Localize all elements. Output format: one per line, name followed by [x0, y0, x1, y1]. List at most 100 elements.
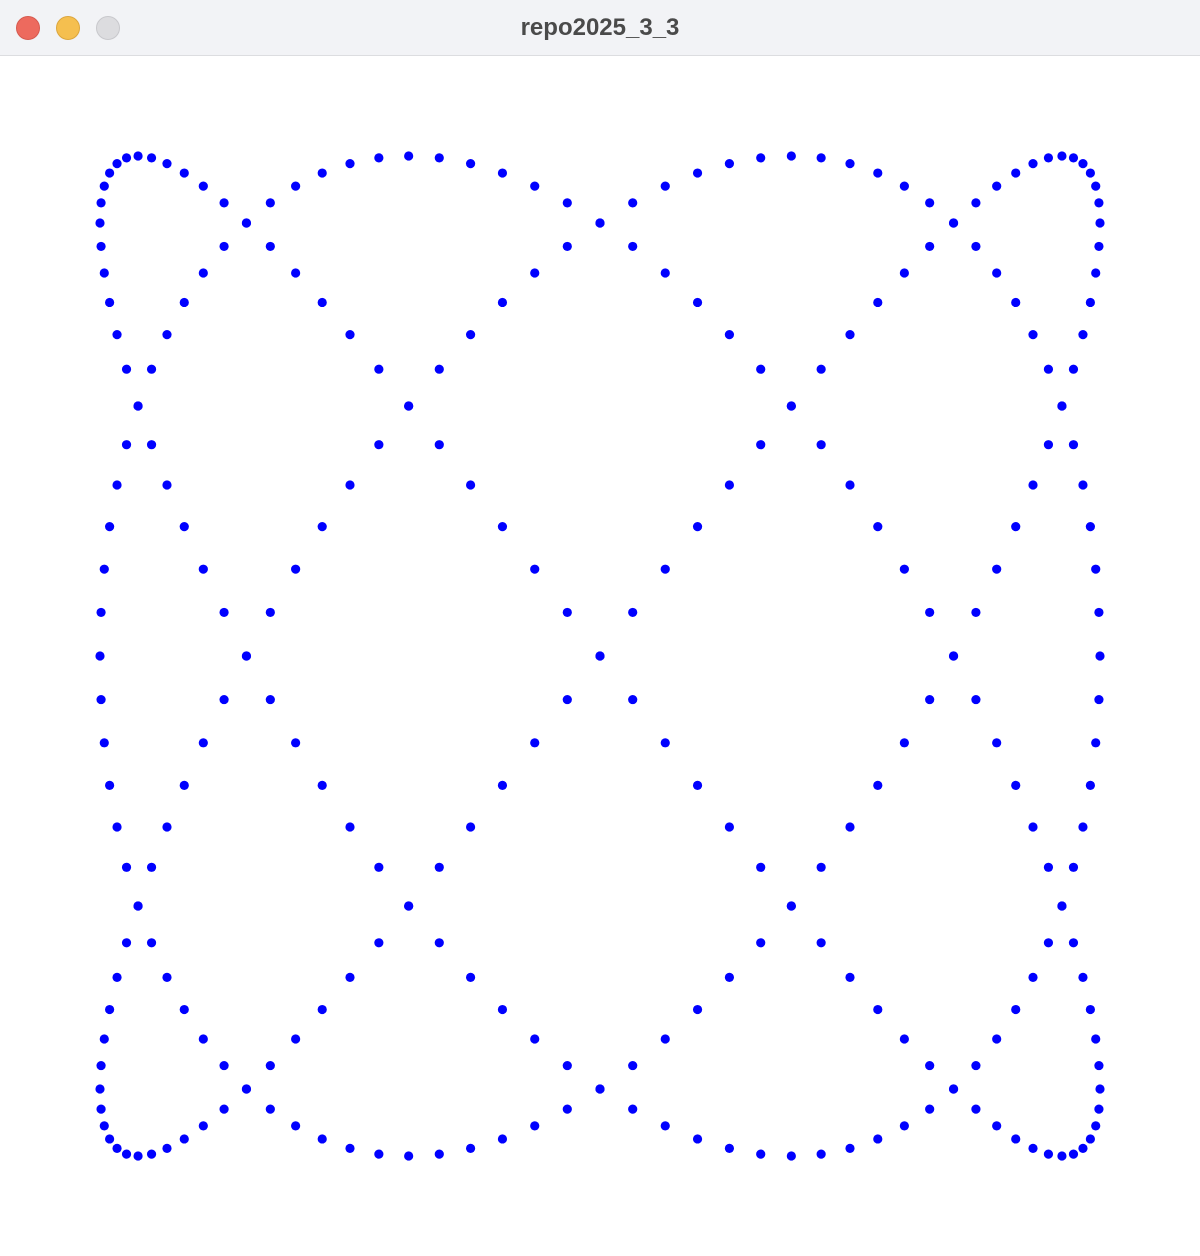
curve-dot: [530, 1034, 540, 1044]
curve-dot: [374, 440, 384, 450]
curve-dot: [1094, 1104, 1104, 1114]
title-bar[interactable]: repo2025_3_3: [0, 0, 1200, 56]
curve-dot: [1043, 862, 1054, 872]
curve-dot: [660, 738, 670, 748]
curve-dot: [96, 241, 106, 252]
curve-dot: [162, 159, 172, 169]
curve-dot: [595, 651, 605, 661]
curve-dot: [1068, 153, 1079, 163]
curve-dot: [925, 198, 935, 208]
curve-dot: [374, 364, 384, 374]
curve-dot: [112, 822, 122, 832]
curve-dot: [374, 938, 384, 948]
curve-dot: [434, 862, 444, 872]
curve-dot: [816, 153, 826, 163]
curve-dot: [1091, 1034, 1101, 1044]
curve-dot: [121, 153, 132, 163]
curve-dot: [162, 480, 172, 490]
curve-dot: [146, 862, 157, 872]
curve-dot: [1078, 330, 1088, 340]
curve-dot: [497, 1004, 508, 1015]
curve-dot: [1094, 694, 1104, 705]
curve-dot: [1078, 1143, 1088, 1153]
curve-dot: [317, 168, 327, 178]
curve-dot: [971, 1104, 981, 1114]
curve-dot: [95, 218, 105, 228]
curve-dot: [873, 297, 883, 308]
curve-dot: [1028, 822, 1038, 832]
curve-dot: [692, 521, 703, 532]
curve-dot: [112, 1143, 122, 1153]
curve-dot: [816, 440, 826, 450]
curve-dot: [724, 159, 735, 169]
curve-dot: [265, 241, 275, 252]
curve-dot: [162, 972, 172, 982]
curve-dot: [219, 694, 229, 705]
curve-dot: [345, 822, 355, 832]
curve-dot: [179, 1134, 189, 1144]
curve-dot: [1068, 938, 1079, 948]
curve-dot: [497, 1134, 508, 1144]
curve-dot: [179, 521, 189, 532]
curve-dot: [925, 1104, 935, 1114]
curve-dot: [105, 1134, 115, 1144]
curve-dot: [96, 694, 106, 705]
curve-dot: [374, 153, 384, 163]
curve-dot: [724, 972, 735, 982]
curve-dot: [1085, 521, 1095, 532]
curve-dot: [595, 218, 605, 228]
curve-dot: [1091, 181, 1101, 191]
curve-dot: [179, 168, 189, 178]
curve-dot: [1028, 480, 1038, 490]
curve-dot: [95, 1084, 105, 1094]
curve-dot: [434, 1149, 444, 1159]
curve-dot: [105, 168, 115, 178]
curve-dot: [105, 521, 115, 532]
curve-dot: [925, 607, 935, 618]
curve-dot: [1068, 440, 1079, 450]
curve-dot: [1091, 738, 1101, 748]
window-title: repo2025_3_3: [520, 14, 680, 41]
curve-dot: [465, 972, 476, 982]
curve-dot: [724, 1143, 735, 1153]
curve-dot: [112, 480, 122, 490]
curve-dot: [241, 1084, 252, 1094]
curve-dot: [1091, 1121, 1101, 1131]
curve-dot: [96, 1060, 106, 1071]
curve-dot: [105, 780, 115, 791]
curve-dot: [925, 694, 935, 705]
curve-dot: [948, 1084, 959, 1094]
curve-dot: [692, 780, 703, 791]
curve-dot: [121, 862, 132, 872]
curve-dot: [1057, 401, 1067, 411]
curve-dot: [1094, 198, 1104, 208]
curve-dot: [404, 401, 414, 411]
curve-dot: [1085, 297, 1095, 308]
curve-dot: [404, 1151, 414, 1161]
curve-dot: [179, 1004, 189, 1015]
curve-dot: [96, 1104, 106, 1114]
curve-dot: [1028, 159, 1038, 169]
curve-dot: [948, 651, 959, 661]
curve-dot: [465, 1143, 476, 1153]
curve-dot: [1011, 1134, 1021, 1144]
curve-dot: [434, 364, 444, 374]
curve-dot: [1095, 1084, 1105, 1094]
curve-dot: [99, 181, 109, 191]
curve-dot: [374, 862, 384, 872]
curve-dot: [948, 218, 959, 228]
curve-dot: [133, 401, 143, 411]
curve-dot: [873, 168, 883, 178]
curve-dot: [121, 440, 132, 450]
curve-dot: [992, 181, 1002, 191]
curve-dot: [1078, 972, 1088, 982]
curve-dot: [1095, 218, 1105, 228]
curve-dot: [756, 938, 766, 948]
curve-dot: [899, 1034, 909, 1044]
curve-dot: [628, 1060, 638, 1071]
curve-dot: [899, 1121, 909, 1131]
curve-dot: [786, 151, 796, 161]
curve-dot: [219, 607, 229, 618]
curve-dot: [317, 1004, 327, 1015]
curve-dot: [724, 330, 735, 340]
